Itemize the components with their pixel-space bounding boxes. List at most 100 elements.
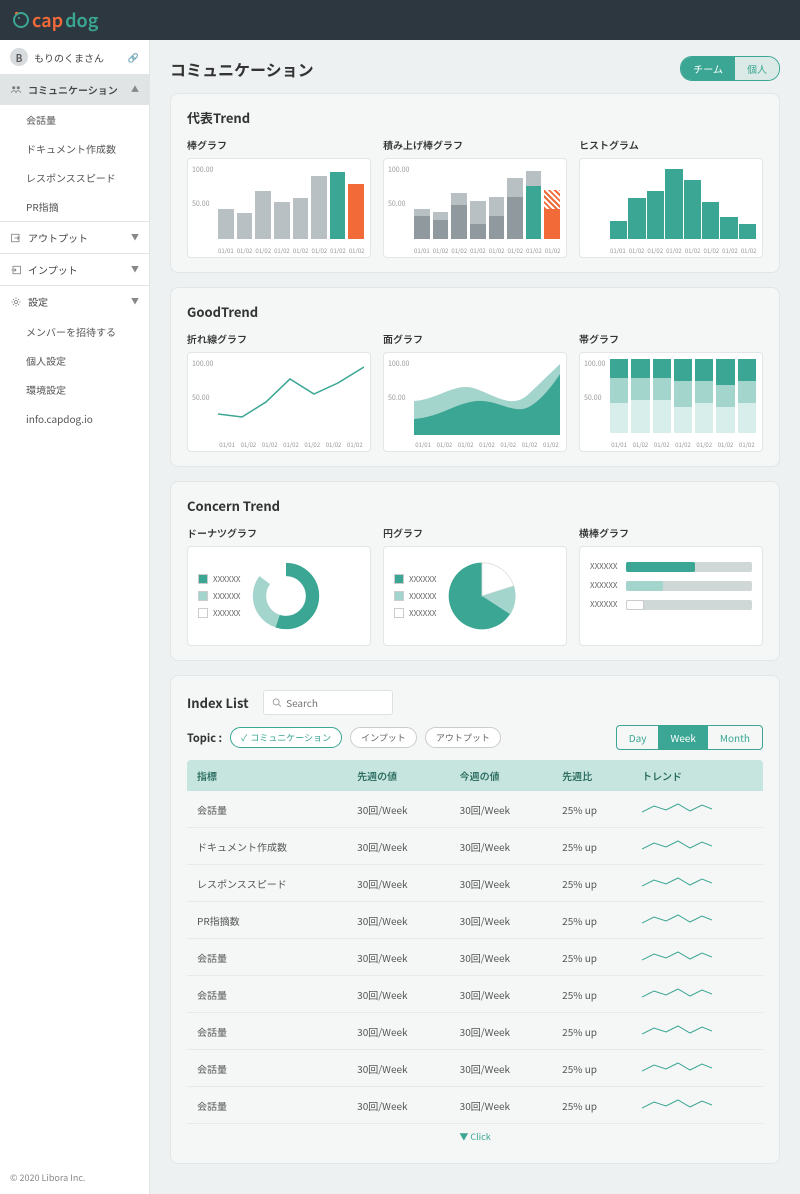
chip-input[interactable]: インプット <box>350 727 417 748</box>
card-concern: Concern Trend ドーナツグラフ XXXXXX XXXXXX XXXX… <box>170 481 780 661</box>
chart-stacked: 積み上げ棒グラフ 100.0050.00 01/0101/0201/0201/0… <box>383 137 567 258</box>
table-header[interactable]: 先週の値 <box>347 760 450 791</box>
sidebar-item-output[interactable]: アウトプット ▼ <box>0 222 149 253</box>
table-header[interactable]: 今週の値 <box>450 760 553 791</box>
chart-canvas[interactable]: XXXXXX XXXXXX XXXXXX <box>579 546 763 646</box>
chart-histogram: ヒストグラム 01/0101/0201/0201/0201/0201/0201/… <box>579 137 763 258</box>
chart-canvas[interactable]: XXXXXX XXXXXX XXXXXX <box>383 546 567 646</box>
table-row[interactable]: レスポンススピード30回/Week30回/Week25% up <box>187 865 763 902</box>
chart-canvas[interactable]: 100.0050.00 01/0101/0201/0201/0201/0201/… <box>383 352 567 452</box>
sidebar-item-settings[interactable]: 設定 ▼ <box>0 286 149 317</box>
main-content: コミュニケーション チーム 個人 代表Trend 棒グラフ 100.0050.0… <box>150 40 800 1194</box>
sidebar-user[interactable]: B もりのくまさん 🔗 <box>0 40 149 74</box>
expand-button[interactable]: ▼ Click <box>187 1124 763 1149</box>
sidebar-sub-kaiwa[interactable]: 会話量 <box>0 105 149 134</box>
team-personal-toggle: チーム 個人 <box>680 56 780 81</box>
sidebar-sub-pr[interactable]: PR指摘 <box>0 192 149 221</box>
sidebar-item-label: インプット <box>28 262 78 277</box>
chart-canvas[interactable]: 100.0050.00 01/0101/0201/0201/0201/0201/… <box>187 158 371 258</box>
period-toggle: Day Week Month <box>616 725 763 750</box>
legend: XXXXXX XXXXXX XXXXXX <box>394 574 437 619</box>
chart-canvas[interactable]: 100.0050.00 01/0101/0201/0201/0201/0201/… <box>187 352 371 452</box>
chart-label: 帯グラフ <box>579 331 763 346</box>
table-header[interactable]: 先週比 <box>552 760 632 791</box>
sidebar-sub-info[interactable]: info.capdog.io <box>0 404 149 433</box>
table-row[interactable]: 会話量30回/Week30回/Week25% up <box>187 1013 763 1050</box>
period-month[interactable]: Month <box>708 726 762 749</box>
card-trend: 代表Trend 棒グラフ 100.0050.00 01/0101/0201/02… <box>170 93 780 273</box>
table-row[interactable]: 会話量30回/Week30回/Week25% up <box>187 1050 763 1087</box>
page-title: コミュニケーション <box>170 57 314 81</box>
card-index: Index List Topic : ✓コミュニケーション インプット アウトプ… <box>170 675 780 1164</box>
sidebar-user-name: もりのくまさん <box>34 50 104 65</box>
table-row[interactable]: PR指摘数30回/Week30回/Week25% up <box>187 902 763 939</box>
table-row[interactable]: 会話量30回/Week30回/Week25% up <box>187 939 763 976</box>
chart-label: ヒストグラム <box>579 137 763 152</box>
sidebar: B もりのくまさん 🔗 コミュニケーション ▲ 会話量 ドキュメント作成数 レス… <box>0 40 150 1194</box>
period-day[interactable]: Day <box>617 726 659 749</box>
logo-text-prefix: cap <box>32 7 63 33</box>
topbar: capdog <box>0 0 800 40</box>
toggle-personal[interactable]: 個人 <box>735 57 779 80</box>
card-title: GoodTrend <box>187 302 763 321</box>
logo[interactable]: capdog <box>12 7 98 33</box>
chevron-up-icon: ▲ <box>131 84 139 95</box>
chart-line: 折れ線グラフ 100.0050.00 01/0101/0201/0201/020… <box>187 331 371 452</box>
sidebar-item-communication[interactable]: コミュニケーション ▲ <box>0 74 149 105</box>
copyright: © 2020 Libora Inc. <box>10 1171 85 1184</box>
card-good: GoodTrend 折れ線グラフ 100.0050.00 01/0101/020… <box>170 287 780 467</box>
table-header[interactable]: トレンド <box>632 760 763 791</box>
chart-label: ドーナツグラフ <box>187 525 371 540</box>
input-icon <box>10 264 22 276</box>
chart-canvas[interactable]: 01/0101/0201/0201/0201/0201/0201/0201/02 <box>579 158 763 258</box>
logo-text-suffix: dog <box>65 7 98 33</box>
legend: XXXXXX XXXXXX XXXXXX <box>198 574 241 619</box>
table-header[interactable]: 指標 <box>187 760 347 791</box>
chart-label: 円グラフ <box>383 525 567 540</box>
table-row[interactable]: 会話量30回/Week30回/Week25% up <box>187 1087 763 1124</box>
sidebar-item-label: 設定 <box>28 294 48 309</box>
chip-communication[interactable]: ✓コミュニケーション <box>230 727 342 748</box>
logo-icon <box>12 11 30 29</box>
chart-canvas[interactable]: 100.0050.00 01/0101/0201/0201/0201/0201/… <box>383 158 567 258</box>
search-box[interactable] <box>263 690 393 715</box>
chart-donut: ドーナツグラフ XXXXXX XXXXXX XXXXXX <box>187 525 371 646</box>
search-input[interactable] <box>286 695 383 710</box>
pie-icon <box>447 561 517 631</box>
sidebar-item-input[interactable]: インプット ▼ <box>0 254 149 285</box>
table-row[interactable]: 会話量30回/Week30回/Week25% up <box>187 976 763 1013</box>
sidebar-sub-invite[interactable]: メンバーを招待する <box>0 317 149 346</box>
sidebar-item-label: アウトプット <box>28 230 88 245</box>
gear-icon <box>10 296 22 308</box>
sidebar-item-label: コミュニケーション <box>28 82 118 97</box>
sidebar-sub-personal[interactable]: 個人設定 <box>0 346 149 375</box>
toggle-team[interactable]: チーム <box>681 57 735 80</box>
sidebar-sub-document[interactable]: ドキュメント作成数 <box>0 134 149 163</box>
card-title: 代表Trend <box>187 108 763 127</box>
card-title: Concern Trend <box>187 496 763 515</box>
chart-bar: 棒グラフ 100.0050.00 01/0101/0201/0201/0201/… <box>187 137 371 258</box>
chart-label: 横棒グラフ <box>579 525 763 540</box>
chevron-down-icon: ▼ <box>131 264 139 275</box>
chart-label: 折れ線グラフ <box>187 331 371 346</box>
sidebar-sub-response[interactable]: レスポンススピード <box>0 163 149 192</box>
chart-hbar: 横棒グラフ XXXXXX XXXXXX XXXXXX <box>579 525 763 646</box>
index-table: 指標先週の値今週の値先週比トレンド 会話量30回/Week30回/Week25%… <box>187 760 763 1124</box>
chart-label: 棒グラフ <box>187 137 371 152</box>
chart-canvas[interactable]: XXXXXX XXXXXX XXXXXX <box>187 546 371 646</box>
donut-icon <box>251 561 321 631</box>
chevron-down-icon: ▼ <box>131 296 139 307</box>
table-row[interactable]: 会話量30回/Week30回/Week25% up <box>187 791 763 828</box>
period-week[interactable]: Week <box>658 726 707 749</box>
sidebar-sub-env[interactable]: 環境設定 <box>0 375 149 404</box>
chart-area: 面グラフ 100.0050.00 01/0101/0201/0201/0201/… <box>383 331 567 452</box>
chart-pie: 円グラフ XXXXXX XXXXXX XXXXXX <box>383 525 567 646</box>
table-row[interactable]: ドキュメント作成数30回/Week30回/Week25% up <box>187 828 763 865</box>
chart-label: 面グラフ <box>383 331 567 346</box>
chart-canvas[interactable]: 100.0050.00 01/0101/0201/0201/0201/0201/… <box>579 352 763 452</box>
chip-output[interactable]: アウトプット <box>425 727 501 748</box>
link-icon: 🔗 <box>128 51 139 64</box>
people-icon <box>10 84 22 96</box>
chart-label: 積み上げ棒グラフ <box>383 137 567 152</box>
card-title: Index List <box>187 693 249 712</box>
